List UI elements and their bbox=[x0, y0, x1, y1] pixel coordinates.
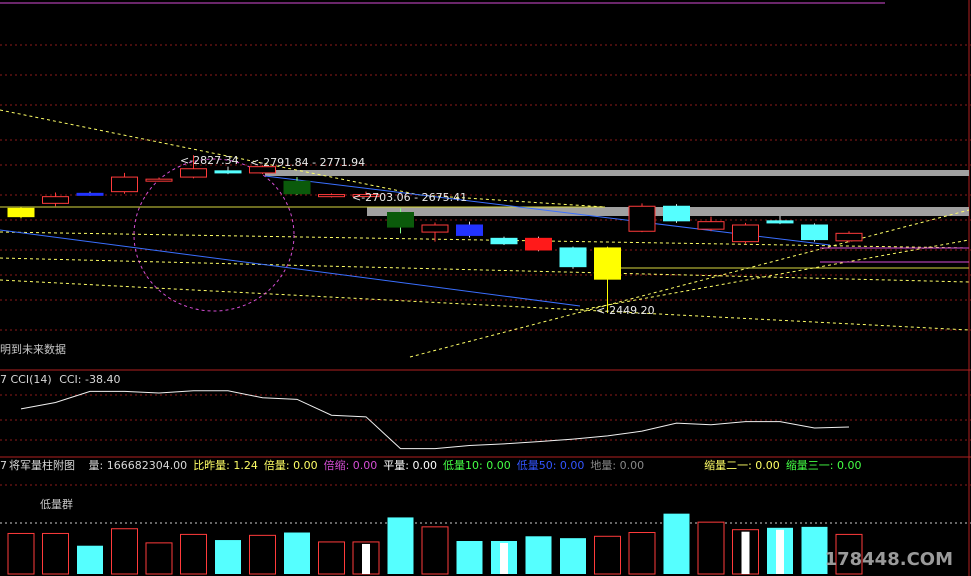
volume-stat-0: 量: 166682304.00 bbox=[88, 459, 188, 472]
volume-bar-20 bbox=[697, 521, 725, 575]
cci-prefix: 7 bbox=[0, 373, 7, 386]
volume-bar-8 bbox=[284, 532, 310, 574]
candle-body-6 bbox=[214, 170, 242, 174]
volume-bar-15 bbox=[525, 536, 552, 574]
candle-body-11 bbox=[387, 212, 414, 228]
volume-bar-marker-14 bbox=[500, 543, 508, 574]
volume-stat-8: 缩量二一: 0.00 bbox=[704, 459, 780, 472]
volume-stat-4: 平量: 0.00 bbox=[383, 459, 437, 472]
candle-body-4 bbox=[145, 178, 173, 182]
candle-body-24 bbox=[835, 232, 863, 242]
cci-value: CCI: -38.40 bbox=[59, 373, 121, 386]
volume-stat-6: 低量50: 0.00 bbox=[516, 459, 585, 472]
volume-bar-2 bbox=[77, 545, 103, 574]
chart-window: <-2827.34 <-2791.84 - 2771.94 <-2703.06 - … bbox=[0, 0, 971, 576]
volume-stat-2: 倍量: 0.00 bbox=[263, 459, 318, 472]
candle-body-21 bbox=[732, 224, 759, 243]
watermark: 178448.COM bbox=[824, 549, 953, 570]
volume-bar-marker-21 bbox=[741, 531, 750, 574]
candle-body-8 bbox=[283, 180, 311, 195]
volume-bar-12 bbox=[421, 526, 449, 575]
volume-bar-9 bbox=[318, 541, 345, 575]
candle-body-18 bbox=[628, 205, 656, 232]
volume-stat-5: 低量10: 0.00 bbox=[443, 459, 511, 472]
dashed-trend-0 bbox=[0, 109, 421, 196]
candle-body-14 bbox=[490, 237, 518, 245]
candle-body-19 bbox=[663, 205, 690, 222]
candle-body-2 bbox=[76, 192, 104, 196]
candle-body-16 bbox=[559, 247, 587, 268]
candle-body-0 bbox=[7, 207, 35, 218]
volume-header: 7 将军量柱附图 量: 166682304.00 比昨量: 1.24 倍量: 0.00… bbox=[0, 459, 868, 472]
volume-stat-3: 倍缩: 0.00 bbox=[323, 459, 378, 472]
label-low-a: <-2449.20 bbox=[596, 304, 655, 317]
volume-bar-17 bbox=[594, 535, 621, 575]
candle-body-9 bbox=[318, 194, 345, 198]
volume-bar-11 bbox=[387, 517, 414, 574]
volume-bar-16 bbox=[560, 538, 586, 574]
candle-body-17 bbox=[594, 247, 621, 280]
low-volume-group-label: 低量群 bbox=[40, 498, 73, 511]
candle-body-23 bbox=[801, 224, 828, 241]
volume-bar-5 bbox=[180, 533, 207, 575]
candle-body-5 bbox=[180, 168, 207, 178]
label-high-a: <-2827.34 bbox=[180, 154, 239, 167]
label-range-a: <-2791.84 - 2771.94 bbox=[250, 156, 365, 169]
candle-body-12 bbox=[421, 224, 449, 233]
volume-stat-1: 比昨量: 1.24 bbox=[193, 459, 258, 472]
volume-stat-9: 缩量三一: 0.00 bbox=[785, 459, 862, 472]
gray-band-upper bbox=[265, 170, 969, 176]
volume-prefix: 7 bbox=[0, 459, 7, 472]
volume-bar-6 bbox=[215, 540, 241, 574]
candle-body-13 bbox=[456, 224, 483, 236]
candle-body-22 bbox=[766, 220, 794, 224]
volume-bar-4 bbox=[145, 542, 173, 575]
volume-bar-0 bbox=[7, 532, 35, 575]
cci-title: CCI(14) bbox=[10, 373, 52, 386]
volume-bar-marker-22 bbox=[776, 529, 784, 574]
cci-header: 7 CCI(14) CCI: -38.40 bbox=[0, 373, 120, 386]
volume-bar-3 bbox=[111, 528, 138, 575]
chart-canvas: <-2827.34 <-2791.84 - 2771.94 <-2703.06 - … bbox=[0, 0, 971, 576]
label-range-b: <-2703.06 - 2675.41 bbox=[352, 191, 467, 204]
volume-bar-18 bbox=[628, 532, 656, 575]
candle-body-1 bbox=[42, 196, 69, 204]
future-data-note: 明到未来数据 bbox=[0, 343, 66, 356]
volume-bar-19 bbox=[663, 513, 690, 574]
dashed-trend-5 bbox=[409, 209, 970, 358]
volume-title: 将军量柱附图 bbox=[9, 459, 75, 472]
volume-bar-marker-10 bbox=[362, 543, 370, 574]
volume-stat-7: 地量: 0.00 bbox=[590, 459, 645, 472]
volume-bar-13 bbox=[456, 541, 483, 574]
candle-body-15 bbox=[525, 237, 552, 251]
volume-bar-7 bbox=[249, 534, 276, 575]
volume-bar-1 bbox=[42, 532, 69, 575]
dashed-trend-4 bbox=[0, 279, 970, 331]
candle-body-20 bbox=[697, 221, 725, 230]
candle-body-3 bbox=[111, 176, 138, 193]
